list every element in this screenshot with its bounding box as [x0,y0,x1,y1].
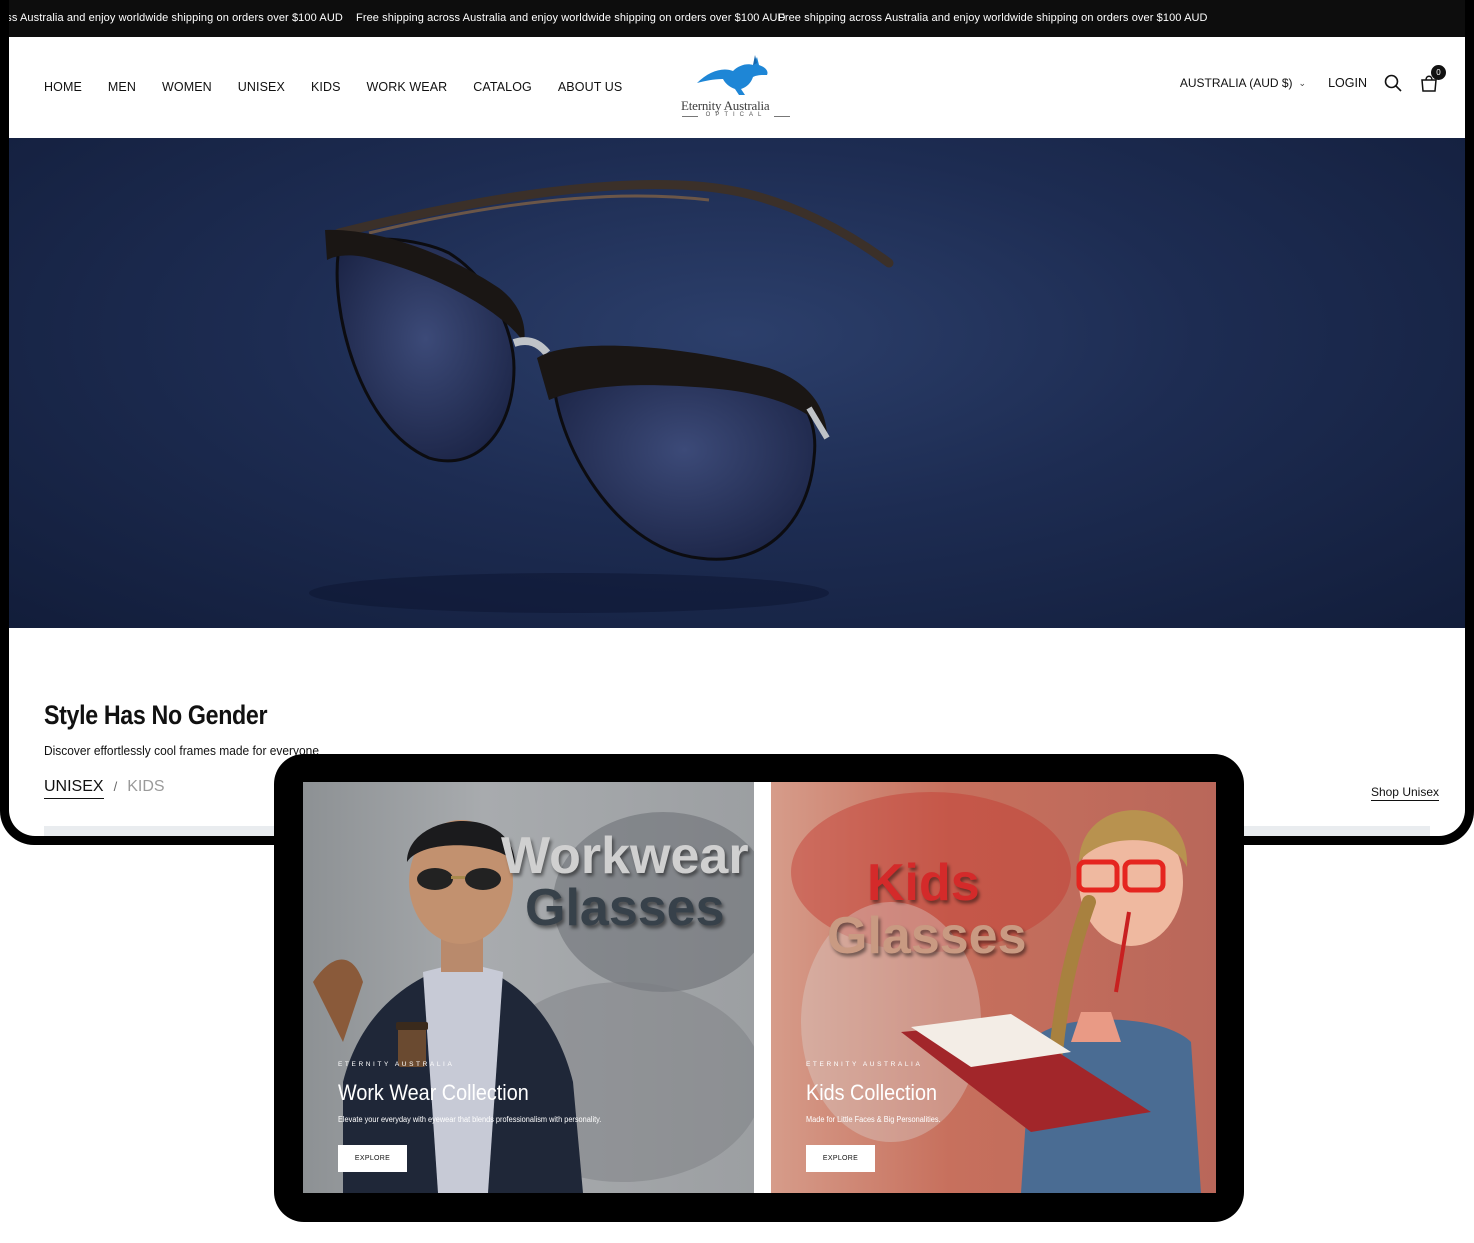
kids-description: Made for Little Faces & Big Personalitie… [806,1115,941,1124]
logo-divider [774,116,790,117]
site-header: HOME MEN WOMEN UNISEX KIDS WORK WEAR CAT… [9,37,1465,138]
announcement-text: Free shipping across Australia and enjoy… [778,12,1208,24]
workwear-headline: Workwear [501,827,749,885]
collection-tabs: UNISEX / KIDS [44,778,165,799]
login-link[interactable]: LOGIN [1328,76,1367,90]
kids-headline: Glasses [827,907,1027,965]
country-label: AUSTRALIA (AUD $) [1179,76,1293,90]
hero-glasses-image [309,180,894,613]
kids-collection-card[interactable]: Kids Glasses ETERNITY AUSTRALIA Kids Col… [771,782,1216,1193]
desktop-screen: uss Australia and enjoy worldwide shippi… [9,0,1465,836]
kangaroo-logo-icon [697,55,768,95]
announcement-text: Free shipping across Australia and enjoy… [356,12,786,24]
workwear-title: Work Wear Collection [338,1080,529,1105]
workwear-headline: Glasses [525,879,725,937]
nav-item-unisex[interactable]: UNISEX [238,80,285,94]
kids-model-image [791,792,1201,1193]
nav-item-home[interactable]: HOME [44,80,82,94]
desktop-frame: uss Australia and enjoy worldwide shippi… [0,0,1474,845]
search-button[interactable] [1383,73,1403,93]
tablet-frame: Workwear Glasses ETERNITY AUSTRALIA Work… [274,754,1244,1222]
cart-button[interactable]: 0 [1419,65,1446,93]
search-icon [1384,74,1402,92]
kids-headline: Kids [867,854,980,912]
logo-subtitle: OPTICAL [705,112,767,118]
kids-title: Kids Collection [806,1080,937,1105]
nav-item-catalog[interactable]: CATALOG [473,80,532,94]
section-title: Style Has No Gender [44,700,268,730]
tab-separator: / [113,779,118,794]
country-selector[interactable]: AUSTRALIA (AUD $) ⌄ [1180,76,1306,90]
workwear-collection-card[interactable]: Workwear Glasses ETERNITY AUSTRALIA Work… [303,782,754,1193]
nav-item-women[interactable]: WOMEN [162,80,212,94]
section-subtitle: Discover effortlessly cool frames made f… [44,743,319,758]
hero-banner[interactable] [9,138,1465,628]
kids-explore-button[interactable]: EXPLORE [806,1145,875,1172]
workwear-description: Elevate your everyday with eyewear that … [338,1115,602,1124]
nav-item-men[interactable]: MEN [108,80,136,94]
site-logo[interactable]: Eternity Australia OPTICAL [679,53,793,123]
header-utilities: AUSTRALIA (AUD $) ⌄ LOGIN 0 [1180,65,1446,93]
nav-item-kids[interactable]: KIDS [311,80,341,94]
workwear-eyebrow: ETERNITY AUSTRALIA [338,1061,455,1068]
tab-kids[interactable]: KIDS [127,778,164,796]
tab-unisex[interactable]: UNISEX [44,778,104,799]
tablet-screen: Workwear Glasses ETERNITY AUSTRALIA Work… [303,782,1216,1193]
workwear-explore-button[interactable]: EXPLORE [338,1145,407,1172]
shop-unisex-link[interactable]: Shop Unisex [1370,785,1439,801]
announcement-text: uss Australia and enjoy worldwide shippi… [9,12,343,24]
nav-item-about-us[interactable]: ABOUT US [558,80,622,94]
kids-eyebrow: ETERNITY AUSTRALIA [806,1061,923,1068]
main-nav: HOME MEN WOMEN UNISEX KIDS WORK WEAR CAT… [44,80,648,94]
nav-item-work-wear[interactable]: WORK WEAR [367,80,448,94]
chevron-down-icon: ⌄ [1298,77,1307,88]
cart-count-badge: 0 [1431,65,1446,80]
announcement-bar: uss Australia and enjoy worldwide shippi… [9,0,1465,37]
